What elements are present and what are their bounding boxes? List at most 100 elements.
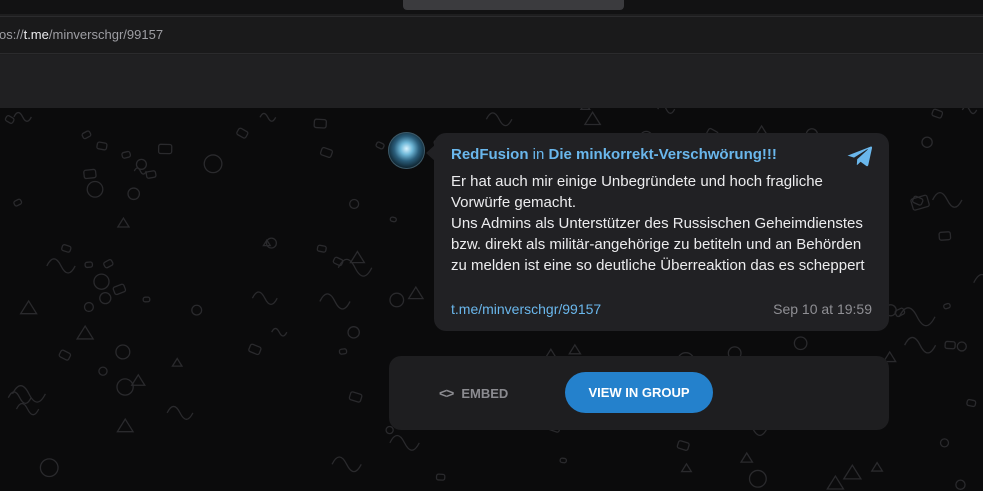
doodle-shape <box>259 112 277 122</box>
doodle-shape <box>956 341 967 352</box>
doodle-shape <box>966 398 977 408</box>
doodle-shape <box>112 283 127 296</box>
doodle-shape <box>389 434 420 451</box>
doodle-shape <box>389 292 405 308</box>
doodle-shape <box>203 154 223 174</box>
url-text[interactable]: os://t.me/minverschgr/99157 <box>0 27 163 42</box>
doodle-shape <box>793 336 808 351</box>
doodle-shape <box>145 170 157 179</box>
doodle-shape <box>46 258 76 274</box>
doodle-shape <box>583 110 602 126</box>
doodle-shape <box>142 296 151 303</box>
doodle-shape <box>375 141 385 150</box>
doodle-shape <box>485 112 513 127</box>
address-bar[interactable]: os://t.me/minverschgr/99157 <box>0 16 983 54</box>
url-path: /minverschgr/99157 <box>48 27 164 42</box>
message-link[interactable]: t.me/minverschgr/99157 <box>451 301 601 317</box>
doodle-shape <box>349 198 360 210</box>
code-brackets-icon: <> <box>439 385 454 401</box>
author-name[interactable]: RedFusion <box>451 146 529 163</box>
doodle-shape <box>676 440 690 451</box>
message-date[interactable]: Sep 10 at 19:59 <box>773 301 872 317</box>
doodle-shape <box>347 326 360 339</box>
doodle-shape <box>115 344 131 360</box>
doodle-shape <box>19 299 38 315</box>
doodle-shape <box>83 301 94 313</box>
doodle-shape <box>116 417 135 433</box>
active-tab[interactable] <box>403 0 624 10</box>
doodle-shape <box>251 291 278 306</box>
doodle-shape <box>842 463 863 480</box>
doodle-shape <box>331 456 362 473</box>
doodle-shape <box>904 336 937 354</box>
doodle-shape <box>939 438 950 448</box>
doodle-shape <box>103 259 114 269</box>
avatar[interactable] <box>388 132 425 169</box>
doodle-shape <box>135 158 148 170</box>
doodle-shape <box>7 391 32 404</box>
doodle-shape <box>943 302 951 310</box>
doodle-shape <box>932 191 963 208</box>
doodle-shape <box>559 457 568 464</box>
doodle-shape <box>961 108 978 115</box>
group-name[interactable]: Die minkorrekt-Verschwörung!!! <box>549 146 777 163</box>
view-in-group-button[interactable]: VIEW IN GROUP <box>565 372 713 413</box>
doodle-shape <box>271 327 288 337</box>
doodle-shape <box>61 244 72 253</box>
doodle-shape <box>579 108 591 110</box>
doodle-shape <box>911 195 924 206</box>
doodle-shape <box>955 479 966 490</box>
doodle-shape <box>385 425 394 435</box>
doodle-shape <box>121 150 132 159</box>
doodle-shape <box>81 130 92 140</box>
browser-toolbar-area <box>0 55 983 108</box>
message-header: RedFusion in Die minkorrekt-Verschwörung… <box>451 146 777 163</box>
doodle-shape <box>236 127 249 139</box>
doodle-shape <box>338 348 348 355</box>
message-bubble: RedFusion in Die minkorrekt-Verschwörung… <box>434 133 889 331</box>
doodle-shape <box>319 146 334 158</box>
doodle-shape <box>748 469 767 488</box>
doodle-shape <box>657 108 676 114</box>
doodle-shape <box>58 349 72 361</box>
tab-strip <box>0 0 983 14</box>
in-label: in <box>532 146 545 163</box>
widget-action-bar: <> EMBED VIEW IN GROUP <box>389 356 889 430</box>
doodle-shape <box>349 250 366 264</box>
doodle-shape <box>870 461 884 472</box>
telegram-plane-icon[interactable] <box>847 145 873 167</box>
doodle-shape <box>157 143 173 155</box>
doodle-shape <box>86 180 104 198</box>
doodle-shape <box>973 273 983 284</box>
doodle-shape <box>407 285 425 300</box>
doodle-shape <box>99 291 112 305</box>
browser-chrome: os://t.me/minverschgr/99157 <box>0 0 983 108</box>
doodle-shape <box>13 111 32 122</box>
doodle-shape <box>248 343 262 356</box>
doodle-shape <box>13 198 23 207</box>
doodle-shape <box>938 231 952 241</box>
doodle-shape <box>826 474 845 490</box>
doodle-shape <box>116 216 131 228</box>
doodle-shape <box>191 304 203 316</box>
doodle-shape <box>568 343 582 355</box>
doodle-shape <box>319 293 351 310</box>
doodle-shape <box>84 261 94 269</box>
url-prefix: os:// <box>0 27 24 42</box>
doodle-shape <box>348 391 363 403</box>
doodle-shape <box>116 378 134 396</box>
url-host: t.me <box>23 27 49 42</box>
doodle-shape <box>96 141 108 151</box>
doodle-shape <box>130 373 146 386</box>
doodle-shape <box>435 473 446 481</box>
doodle-shape <box>921 136 933 148</box>
embed-button[interactable]: <> EMBED <box>439 382 508 404</box>
doodle-shape <box>944 340 956 350</box>
doodle-shape <box>4 115 15 124</box>
doodle-shape <box>931 108 944 119</box>
doodle-shape <box>389 216 397 223</box>
doodle-shape <box>680 462 693 473</box>
doodle-shape <box>15 402 40 416</box>
doodle-shape <box>93 273 110 290</box>
telegram-widget-area: RedFusion in Die minkorrekt-Verschwörung… <box>0 108 983 491</box>
